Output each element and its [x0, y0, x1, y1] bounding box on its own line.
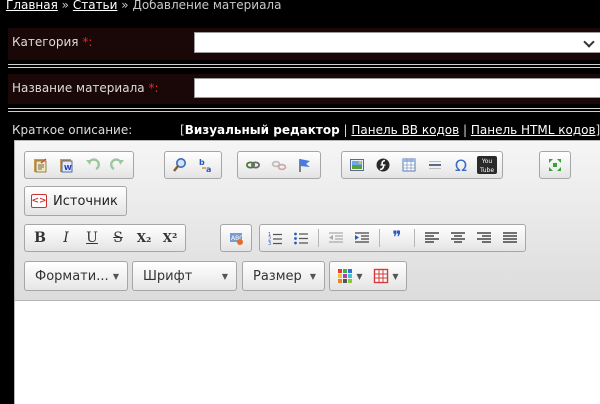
divider — [8, 64, 600, 68]
text-color-icon[interactable]: ▼ — [332, 265, 368, 287]
background-color-icon[interactable]: ▼ — [368, 265, 404, 287]
colors-group: ▼ ▼ — [329, 261, 407, 291]
category-select[interactable] — [194, 32, 600, 53]
youtube-icon-label: You Tube — [477, 156, 497, 174]
find-icon[interactable] — [167, 154, 193, 176]
bold-button[interactable]: B — [27, 227, 53, 249]
category-row: Категория *: — [8, 28, 600, 60]
source-button-label: Источник — [53, 193, 118, 209]
paste-icon[interactable] — [27, 154, 53, 176]
paragraph-group: 123 ❞ — [259, 224, 526, 252]
title-input[interactable] — [194, 78, 600, 98]
divider — [8, 108, 600, 112]
toolbar-separator — [379, 229, 380, 247]
size-dropdown[interactable]: Размер ▼ — [242, 261, 325, 291]
maximize-icon[interactable] — [542, 154, 568, 176]
remove-format-icon[interactable]: ABC — [223, 227, 249, 249]
chevron-down-icon: ▼ — [356, 271, 363, 281]
svg-text:b: b — [199, 158, 205, 167]
chevron-down-icon: ▼ — [112, 271, 119, 281]
chevron-down-icon: ▼ — [309, 271, 316, 281]
blockquote-icon[interactable]: ❞ — [384, 227, 410, 249]
chevron-down-icon: ▼ — [221, 271, 228, 281]
basic-styles-group: B I U S X₂ X² — [24, 224, 186, 252]
underline-button[interactable]: U — [79, 227, 105, 249]
required-mark: *: — [82, 35, 93, 49]
title-label-text: Название материала — [12, 81, 145, 95]
align-right-icon[interactable] — [471, 227, 497, 249]
flash-icon[interactable] — [370, 154, 396, 176]
align-left-icon[interactable] — [419, 227, 445, 249]
required-mark: *: — [148, 81, 159, 95]
search-group: ba — [164, 151, 222, 179]
description-label: Краткое описание: — [12, 123, 133, 137]
align-justify-icon[interactable] — [497, 227, 523, 249]
chevron-down-icon — [583, 36, 595, 48]
bulleted-list-icon[interactable] — [288, 227, 314, 249]
undo-icon[interactable] — [79, 154, 105, 176]
subscript-button[interactable]: X₂ — [131, 227, 157, 249]
align-center-icon[interactable] — [445, 227, 471, 249]
outdent-icon[interactable] — [323, 227, 349, 249]
breadcrumb-separator: » — [61, 0, 70, 12]
strikethrough-button[interactable]: S — [105, 227, 131, 249]
tools-group — [539, 151, 571, 179]
source-icon: <> — [31, 194, 47, 208]
format-clean-group: ABC — [220, 224, 252, 252]
breadcrumb-current: Добавление материала — [132, 0, 282, 12]
mode-bb-codes-link[interactable]: Панель BB кодов — [351, 123, 459, 137]
mode-html-codes-link[interactable]: Панель HTML кодов — [471, 123, 596, 137]
link-group — [237, 151, 321, 179]
table-icon[interactable] — [396, 154, 422, 176]
chevron-down-icon: ▼ — [392, 271, 399, 281]
breadcrumb: Главная » Статьи » Добавление материала — [6, 0, 281, 12]
svg-text:W: W — [64, 164, 72, 172]
youtube-icon[interactable]: You Tube — [474, 154, 500, 176]
clipboard-group: W — [24, 151, 134, 179]
superscript-button[interactable]: X² — [157, 227, 183, 249]
rich-text-editor: W ba Ω You Tube <> Источник B I U S X₂ X… — [14, 140, 600, 404]
redo-icon[interactable] — [105, 154, 131, 176]
breadcrumb-separator: » — [121, 0, 129, 12]
format-dropdown[interactable]: Формати... ▼ — [24, 261, 128, 291]
numbered-list-icon[interactable]: 123 — [262, 227, 288, 249]
unlink-icon[interactable] — [266, 154, 292, 176]
editor-content-area[interactable] — [15, 301, 600, 404]
image-icon[interactable] — [344, 154, 370, 176]
svg-text:a: a — [206, 165, 211, 173]
toolbar-separator — [318, 229, 319, 247]
anchor-icon[interactable] — [292, 154, 318, 176]
category-label: Категория *: — [12, 35, 92, 49]
editor-mode-switch: [Визуальный редактор | Панель BB кодов |… — [180, 123, 600, 137]
title-row: Название материала *: — [8, 74, 600, 104]
editor-toolbar: W ba Ω You Tube <> Источник B I U S X₂ X… — [15, 141, 600, 301]
toolbar-separator — [414, 229, 415, 247]
font-dropdown-label: Шрифт — [143, 268, 193, 284]
breadcrumb-home-link[interactable]: Главная — [6, 0, 58, 12]
insert-group: Ω You Tube — [341, 151, 503, 179]
format-dropdown-label: Формати... — [35, 268, 109, 284]
link-icon[interactable] — [240, 154, 266, 176]
indent-icon[interactable] — [349, 227, 375, 249]
mode-visual-editor[interactable]: Визуальный редактор — [185, 123, 340, 137]
mode-separator: | — [462, 123, 468, 137]
italic-button[interactable]: I — [53, 227, 79, 249]
replace-icon[interactable]: ba — [193, 154, 219, 176]
source-button[interactable]: <> Источник — [24, 186, 127, 216]
size-dropdown-label: Размер — [253, 268, 302, 284]
font-dropdown[interactable]: Шрифт ▼ — [132, 261, 237, 291]
mode-separator: | — [343, 123, 348, 137]
title-label: Название материала *: — [12, 81, 158, 95]
category-label-text: Категория — [12, 35, 79, 49]
description-bar: Краткое описание: [Визуальный редактор |… — [8, 122, 600, 140]
svg-text:3: 3 — [268, 241, 271, 246]
breadcrumb-articles-link[interactable]: Статьи — [73, 0, 118, 12]
horizontal-rule-icon[interactable] — [422, 154, 448, 176]
paste-word-icon[interactable]: W — [53, 154, 79, 176]
omega-icon[interactable]: Ω — [448, 154, 474, 176]
